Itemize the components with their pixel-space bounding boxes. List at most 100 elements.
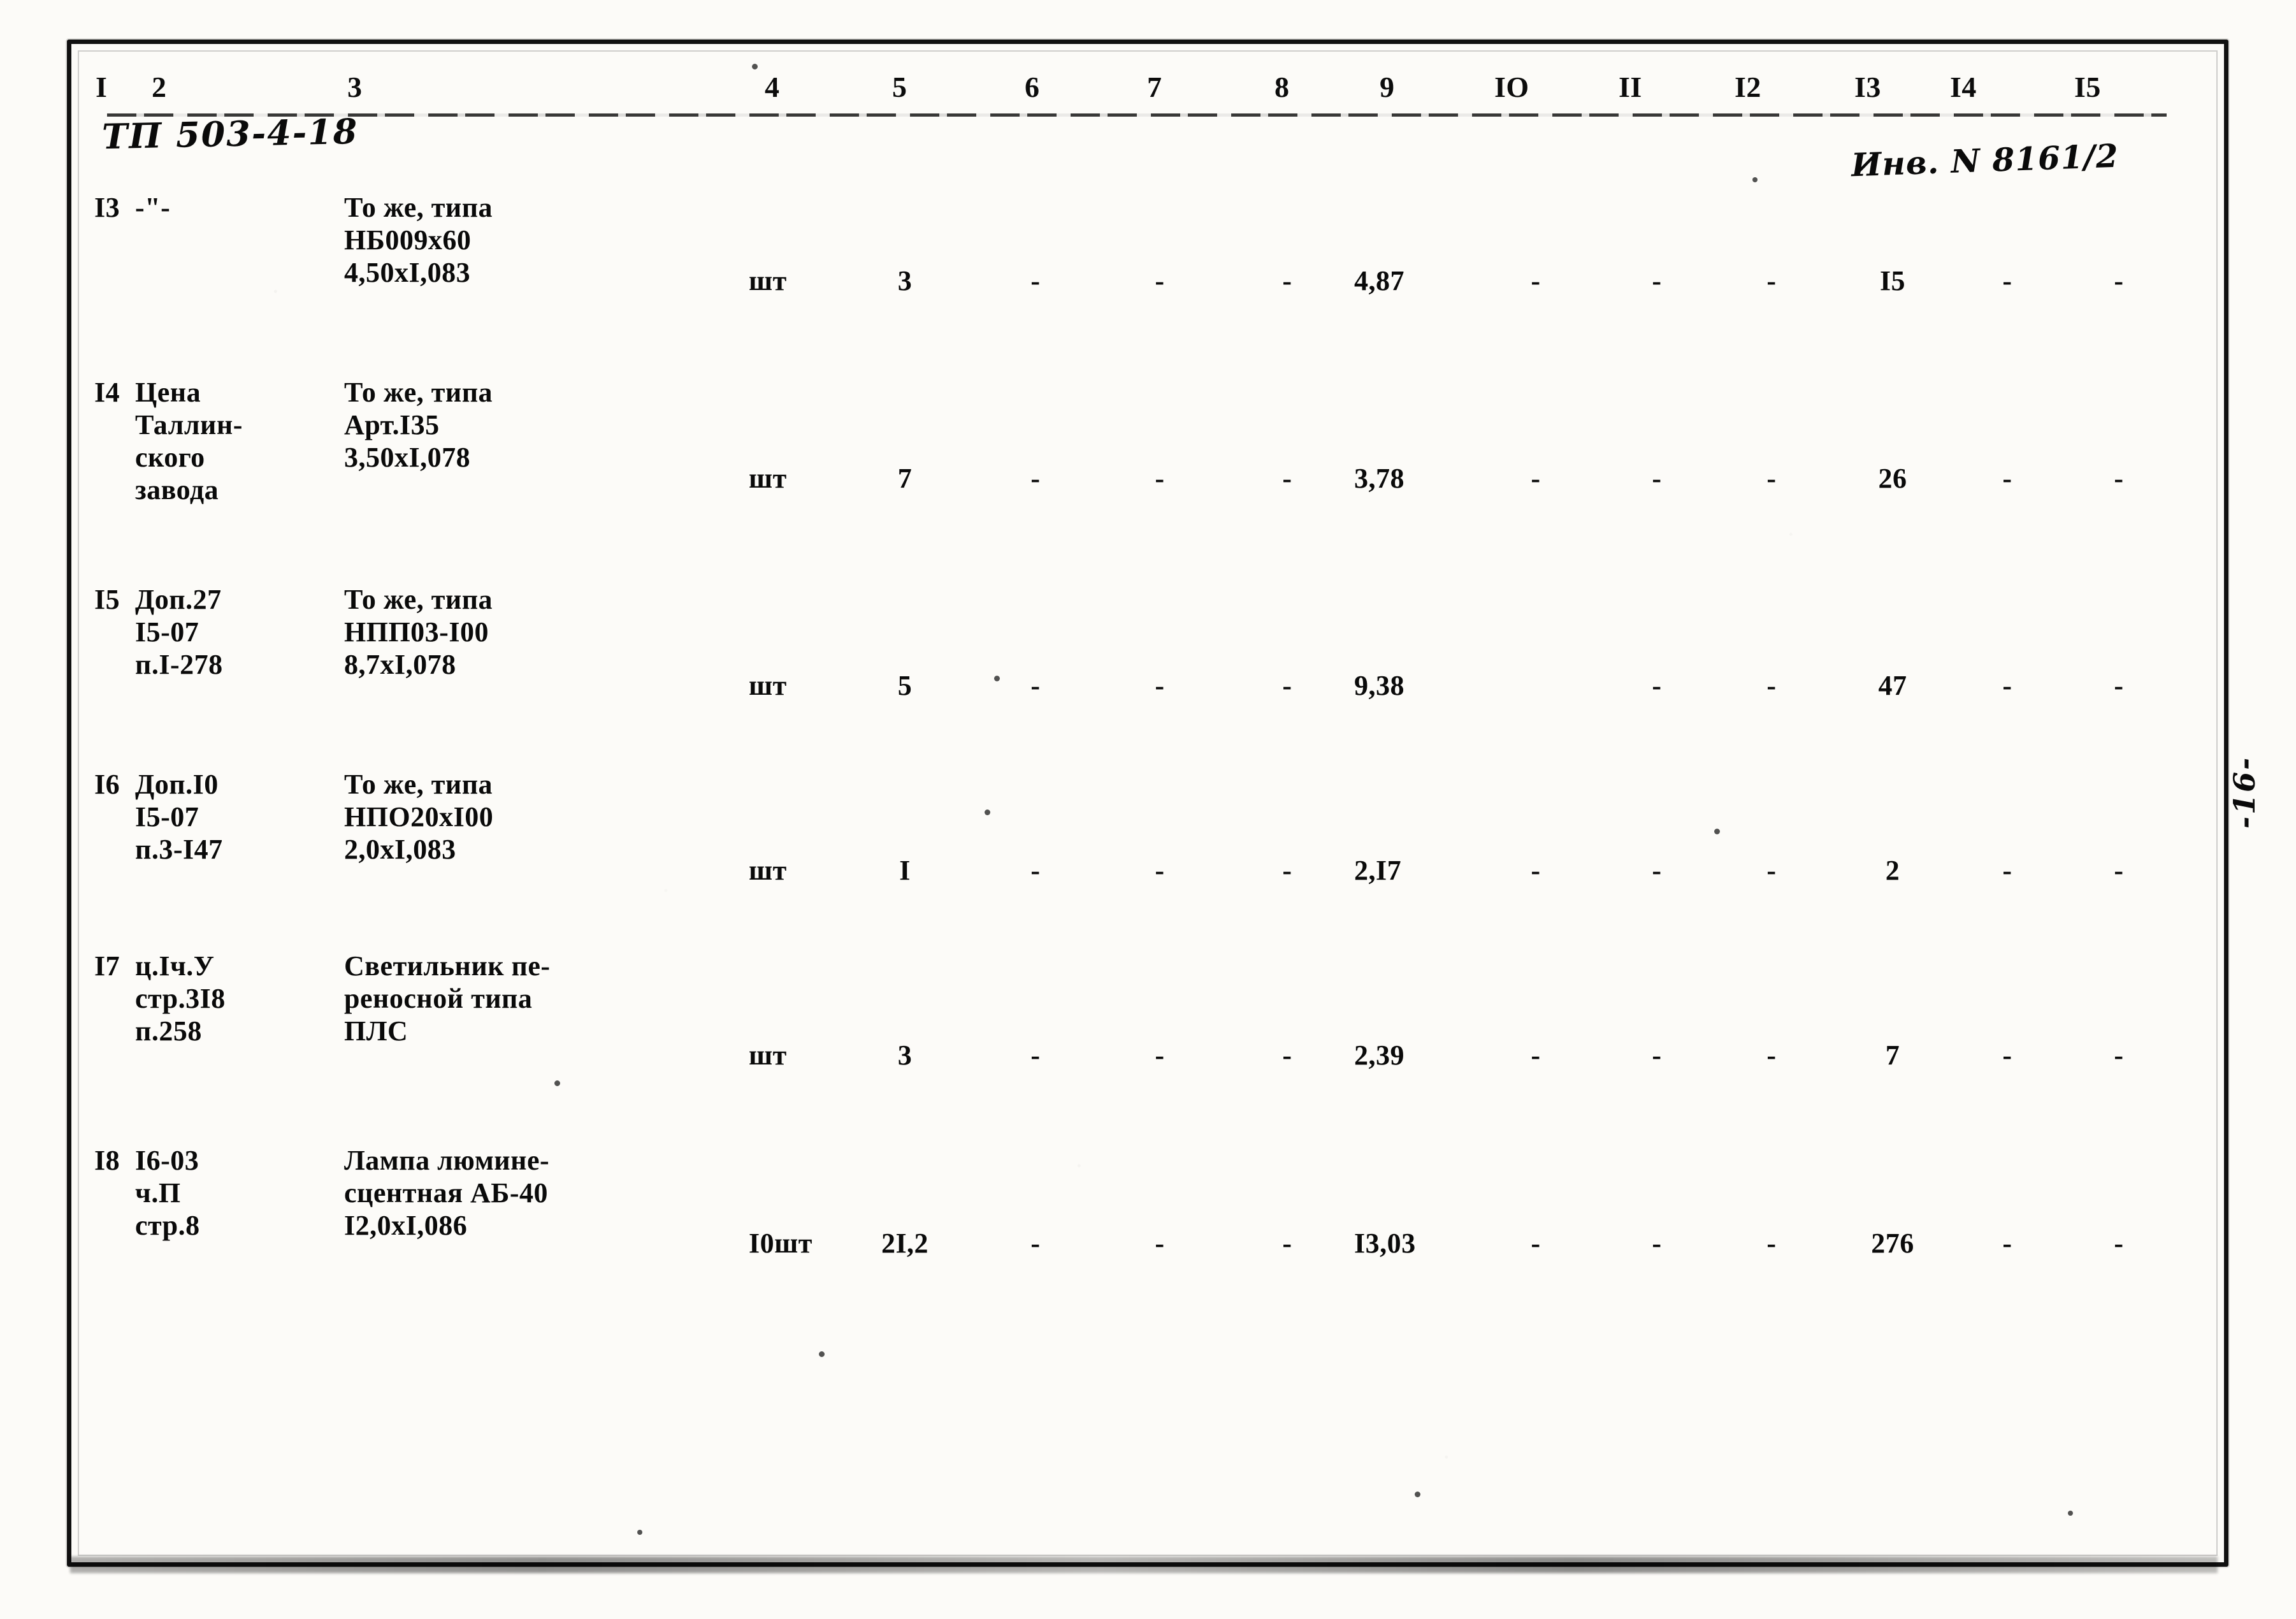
row-col10: -	[1531, 463, 1541, 494]
source-line: Доп.I0	[135, 769, 219, 800]
scan-speck	[819, 1351, 825, 1357]
product-name-line: То же, типа	[344, 584, 493, 615]
row-col11: -	[1652, 265, 1662, 296]
product-name-line: 3,50хI,078	[344, 442, 471, 474]
row-col15: -	[2114, 1228, 2124, 1259]
source-line: ского	[135, 442, 205, 474]
row-item-number: I6	[94, 769, 120, 800]
row-quantity: 3	[897, 265, 913, 296]
product-name-line: ПЛС	[344, 1015, 408, 1047]
row-source-reference: Цена Таллин-ского завода	[135, 376, 243, 506]
row-col15: -	[2114, 670, 2124, 701]
row-col14: -	[2002, 463, 2012, 494]
row-item-number: I8	[94, 1145, 120, 1176]
row-col7: -	[1155, 1228, 1165, 1259]
source-line: стр.3I8	[135, 983, 226, 1015]
product-name-line: Арт.I35	[344, 409, 440, 441]
product-name-line: Лампа люмине-	[344, 1145, 550, 1176]
source-line: стр.8	[135, 1210, 200, 1242]
row-col11: -	[1652, 670, 1662, 701]
row-product-name: То же, типа НПП03-I00 8,7хI,078	[344, 583, 493, 681]
column-header-9: 9	[1380, 71, 1395, 103]
row-col10: -	[1531, 265, 1541, 296]
row-col7: -	[1155, 265, 1165, 296]
row-col10: -	[1531, 1228, 1541, 1259]
column-header-4: 4	[765, 71, 780, 103]
column-header-2: 2	[152, 71, 167, 103]
row-col10: -	[1531, 855, 1541, 886]
row-source-reference: Доп.I0 I5-07 п.3-I47	[135, 768, 223, 866]
product-name-line: Светильник пе-	[344, 950, 551, 982]
row-col9-price: 9,38	[1354, 670, 1404, 701]
row-col10: -	[1531, 1040, 1541, 1071]
source-line: Таллин-	[135, 409, 243, 441]
product-name-line: НПП03-I00	[344, 616, 489, 648]
row-col14: -	[2002, 265, 2012, 296]
row-col7: -	[1155, 855, 1165, 886]
row-col12: -	[1766, 1040, 1777, 1071]
row-col7: -	[1155, 1040, 1165, 1071]
column-header-5: 5	[892, 71, 907, 103]
row-quantity: 7	[897, 463, 913, 494]
row-col8: -	[1282, 1040, 1292, 1071]
source-line: п.258	[135, 1015, 202, 1047]
row-item-number: I3	[94, 192, 120, 223]
row-unit: шт	[749, 265, 787, 296]
row-col8: -	[1282, 463, 1292, 494]
row-col8: -	[1282, 670, 1292, 701]
source-line: ц.Iч.У	[135, 950, 215, 982]
product-name-line: 2,0хI,083	[344, 834, 456, 866]
column-header-14: I4	[1950, 71, 1977, 103]
row-col13-total: 47	[1878, 670, 1907, 701]
row-col12: -	[1766, 670, 1777, 701]
column-header-6: 6	[1025, 71, 1040, 103]
column-header-7: 7	[1147, 71, 1162, 103]
scan-speck	[1752, 177, 1758, 182]
row-col6: -	[1030, 670, 1041, 701]
row-col13-total: 7	[1885, 1040, 1900, 1071]
column-header-12: I2	[1735, 71, 1761, 103]
row-col8: -	[1282, 855, 1292, 886]
column-header-15: I5	[2074, 71, 2101, 103]
product-name-line: НПО20хI00	[344, 801, 494, 833]
source-line: п.3-I47	[135, 834, 223, 866]
row-col6: -	[1030, 463, 1041, 494]
product-name-line: То же, типа	[344, 192, 493, 223]
row-col7: -	[1155, 670, 1165, 701]
source-line: п.I-278	[135, 649, 223, 681]
row-item-number: I7	[94, 950, 120, 982]
row-product-name: Светильник пе-реносной типа ПЛС	[344, 950, 551, 1047]
row-col13-total: 276	[1871, 1228, 1914, 1259]
row-col13-total: 2	[1885, 855, 1900, 886]
row-source-reference: Доп.27 I5-07 п.I-278	[135, 583, 223, 681]
row-quantity: I	[899, 855, 911, 886]
handwritten-page-margin-note: -16-	[2227, 755, 2262, 829]
source-line: Доп.27	[135, 584, 222, 615]
row-col14: -	[2002, 855, 2012, 886]
column-header-13: I3	[1854, 71, 1881, 103]
column-header-1: I	[96, 71, 108, 103]
row-product-name: То же, типа Арт.I35 3,50хI,078	[344, 376, 493, 474]
row-quantity: 2I,2	[881, 1228, 929, 1259]
row-col6: -	[1030, 855, 1041, 886]
header-underline-rule	[107, 113, 2167, 117]
source-line: -"-	[135, 192, 171, 223]
row-col15: -	[2114, 1040, 2124, 1071]
row-col13-total: I5	[1879, 265, 1906, 296]
row-col12: -	[1766, 265, 1777, 296]
product-name-line: 4,50хI,083	[344, 257, 471, 289]
row-col8: -	[1282, 265, 1292, 296]
row-col15: -	[2114, 265, 2124, 296]
row-product-name: Лампа люмине-сцентная АБ-40 I2,0хI,086	[344, 1144, 549, 1242]
row-col14: -	[2002, 670, 2012, 701]
source-line: I5-07	[135, 801, 199, 833]
row-col9-price: 2,39	[1354, 1040, 1404, 1071]
handwritten-tp-code: ТП 503-4-18	[101, 110, 359, 157]
row-col7: -	[1155, 463, 1165, 494]
row-unit: шт	[749, 463, 787, 494]
row-col13-total: 26	[1878, 463, 1907, 494]
row-item-number: I5	[94, 584, 120, 615]
row-col11: -	[1652, 855, 1662, 886]
row-col12: -	[1766, 1228, 1777, 1259]
row-col8: -	[1282, 1228, 1292, 1259]
